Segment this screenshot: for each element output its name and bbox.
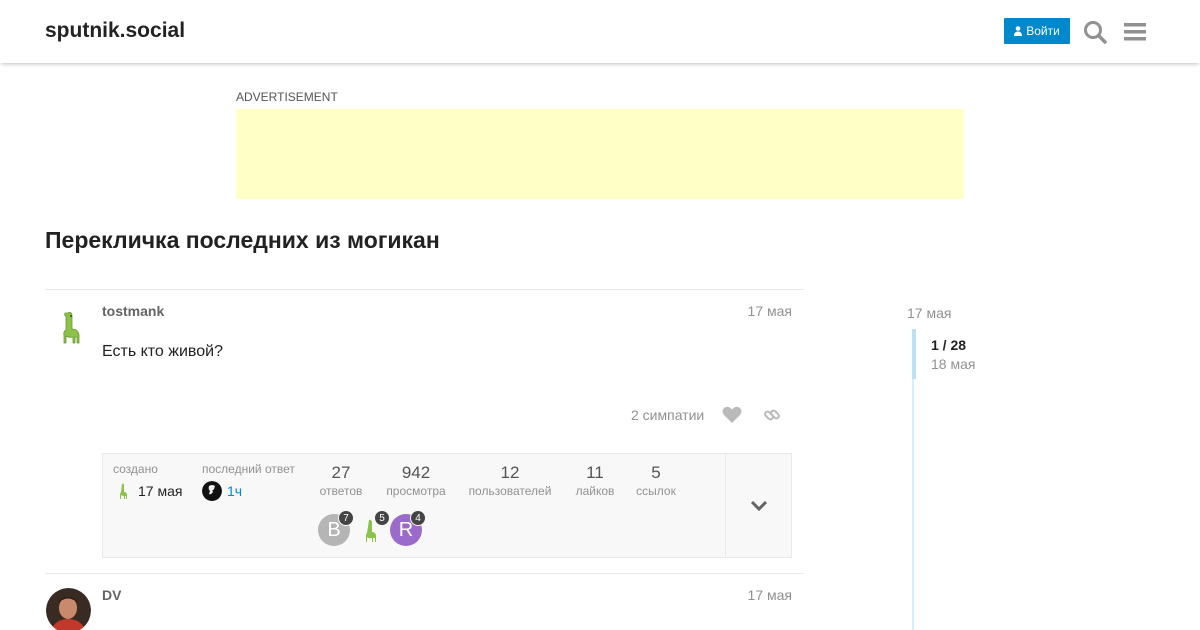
avatar[interactable] xyxy=(113,481,133,501)
created-section: создано 17 мая xyxy=(113,462,182,501)
post-username[interactable]: tostmank xyxy=(102,303,164,319)
ad-label: ADVERTISEMENT xyxy=(236,90,338,104)
stat-label: лайков xyxy=(575,484,615,498)
participant-post-count: 5 xyxy=(374,510,390,526)
last-reply-section: последний ответ 1ч xyxy=(202,462,295,501)
expand-topic-map-button[interactable] xyxy=(725,454,791,557)
site-title[interactable]: sputnik.social xyxy=(45,19,185,43)
topic-title[interactable]: Перекличка последних из могикан xyxy=(45,227,440,254)
post-date[interactable]: 17 мая xyxy=(748,587,792,603)
last-reply-label: последний ответ xyxy=(202,462,295,476)
participant-post-count: 4 xyxy=(410,510,426,526)
topic-map: создано 17 мая последний ответ 1ч 27 отв… xyxy=(102,453,792,558)
stat-links: 5 ссылок xyxy=(633,463,679,498)
stat-label: ответов xyxy=(319,484,363,498)
stat-label: просмотра xyxy=(386,484,446,498)
chevron-down-icon xyxy=(750,500,767,511)
participant[interactable]: B 7 xyxy=(318,510,354,546)
stat-number: 11 xyxy=(586,463,604,482)
timeline-current-date: 18 мая xyxy=(931,356,976,372)
avatar[interactable] xyxy=(202,481,222,501)
hamburger-menu-icon[interactable] xyxy=(1122,19,1148,45)
post-username[interactable]: DV xyxy=(102,587,121,603)
participant-post-count: 7 xyxy=(338,510,354,526)
participant[interactable]: 5 xyxy=(354,510,390,546)
timeline-handle[interactable] xyxy=(912,329,916,379)
created-date[interactable]: 17 мая xyxy=(138,483,182,499)
ad-banner[interactable] xyxy=(236,109,964,199)
stat-views: 942 просмотра xyxy=(383,463,449,498)
participant[interactable]: R 4 xyxy=(390,510,426,546)
timeline-position: 1 / 28 xyxy=(931,337,967,353)
site-header: sputnik.social Войти xyxy=(0,0,1200,63)
participants-list: B 7 5 R 4 xyxy=(318,510,426,546)
timeline-start-date[interactable]: 17 мая xyxy=(907,305,951,321)
stat-number: 942 xyxy=(401,463,431,482)
link-icon[interactable] xyxy=(763,406,781,424)
stat-users: 12 пользователей xyxy=(465,463,555,498)
login-label: Войти xyxy=(1026,24,1060,38)
avatar[interactable] xyxy=(46,303,91,348)
post-divider xyxy=(45,289,804,290)
created-label: создано xyxy=(113,462,158,476)
post-date[interactable]: 17 мая xyxy=(748,303,792,319)
heart-icon[interactable] xyxy=(722,406,742,424)
post-divider xyxy=(45,573,804,574)
stat-label: пользователей xyxy=(468,484,552,498)
stat-replies: 27 ответов xyxy=(318,463,364,498)
user-icon xyxy=(1014,26,1023,36)
stat-number: 5 xyxy=(651,463,661,482)
avatar[interactable] xyxy=(46,588,91,630)
likes-count[interactable]: 2 симпатии xyxy=(631,407,704,423)
stat-number: 12 xyxy=(500,463,520,482)
post-body: Есть кто живой? xyxy=(102,343,223,360)
last-reply-time[interactable]: 1ч xyxy=(227,483,242,499)
stat-number: 27 xyxy=(331,463,351,482)
stat-label: ссылок xyxy=(636,484,676,498)
search-icon[interactable] xyxy=(1082,19,1108,45)
stat-likes: 11 лайков xyxy=(573,463,617,498)
login-button[interactable]: Войти xyxy=(1004,18,1070,44)
